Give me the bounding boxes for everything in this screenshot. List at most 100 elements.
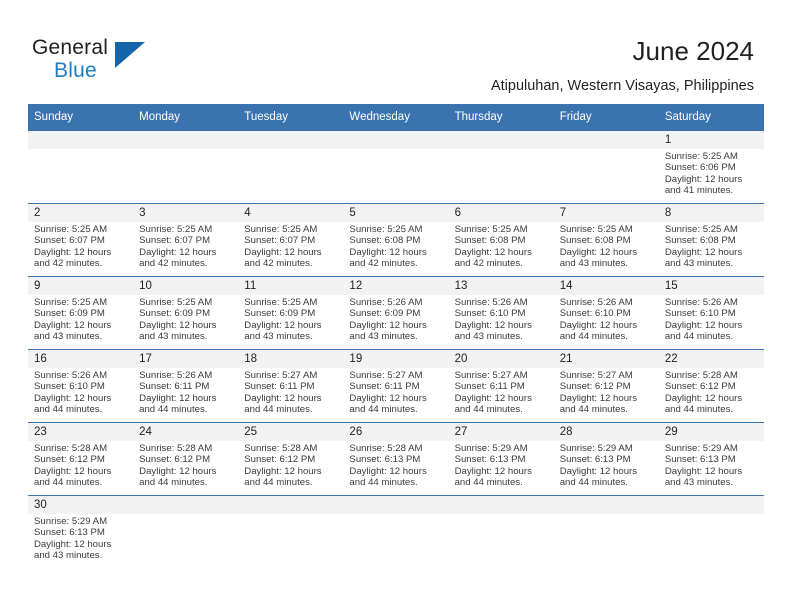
calendar-day-cell[interactable]: 26 Sunrise: 5:28 AM Sunset: 6:13 PM Dayligh…: [343, 422, 449, 496]
day-events: Sunrise: 5:28 AM Sunset: 6:12 PM Daylight:…: [133, 441, 238, 489]
calendar-day-cell[interactable]: [343, 130, 449, 204]
day-event-line: and 43 minutes.: [349, 331, 418, 343]
day-cell-content: [238, 131, 344, 203]
calendar-day-cell[interactable]: 22 Sunrise: 5:28 AM Sunset: 6:12 PM Dayligh…: [658, 349, 764, 423]
day-event-line: Sunrise: 5:26 AM: [139, 370, 213, 381]
calendar-day-cell[interactable]: [658, 495, 764, 568]
day-event-line: Sunrise: 5:25 AM: [664, 151, 738, 162]
day-event-line: Sunset: 6:10 PM: [559, 308, 631, 320]
calendar-day-cell[interactable]: [553, 130, 659, 204]
day-event-line: Daylight: 12 hours: [139, 319, 217, 331]
calendar-day-cell[interactable]: [343, 495, 449, 568]
weekday-header-cell: Sunday: [28, 104, 134, 131]
calendar-day-cell[interactable]: [238, 130, 344, 204]
calendar-day-cell[interactable]: [133, 495, 239, 568]
day-event-line: Sunset: 6:09 PM: [139, 308, 211, 320]
day-cell-content: 24 Sunrise: 5:28 AM Sunset: 6:12 PM Dayligh…: [133, 423, 239, 495]
day-events: Sunrise: 5:28 AM Sunset: 6:12 PM Daylight:…: [28, 441, 133, 489]
logo-text-general: General: [32, 36, 109, 59]
calendar-day-cell[interactable]: [448, 495, 554, 568]
day-cell-content: [238, 496, 344, 568]
day-cell-content: [448, 131, 554, 203]
calendar-day-cell[interactable]: [28, 130, 134, 204]
day-number: 9: [28, 277, 134, 295]
day-event-line: Daylight: 12 hours: [454, 392, 532, 404]
calendar-day-cell[interactable]: 27 Sunrise: 5:29 AM Sunset: 6:13 PM Dayligh…: [448, 422, 554, 496]
calendar-day-cell[interactable]: 13 Sunrise: 5:26 AM Sunset: 6:10 PM Dayligh…: [448, 276, 554, 350]
calendar-day-cell[interactable]: 17 Sunrise: 5:26 AM Sunset: 6:11 PM Dayligh…: [133, 349, 239, 423]
day-events: Sunrise: 5:25 AM Sunset: 6:09 PM Daylight:…: [28, 295, 133, 343]
day-cell-content: 13 Sunrise: 5:26 AM Sunset: 6:10 PM Dayligh…: [448, 277, 554, 349]
day-event-line: Sunrise: 5:25 AM: [139, 224, 213, 235]
day-event-line: Sunset: 6:08 PM: [454, 235, 526, 247]
calendar-day-cell[interactable]: 16 Sunrise: 5:26 AM Sunset: 6:10 PM Dayligh…: [28, 349, 134, 423]
day-event-line: Daylight: 12 hours: [139, 465, 217, 477]
calendar-day-cell[interactable]: [238, 495, 344, 568]
general-blue-logo[interactable]: General Blue: [32, 36, 182, 90]
day-event-line: Sunset: 6:12 PM: [244, 454, 316, 466]
calendar-day-cell[interactable]: 14 Sunrise: 5:26 AM Sunset: 6:10 PM Dayligh…: [553, 276, 659, 350]
day-event-line: Sunset: 6:09 PM: [349, 308, 421, 320]
day-cell-content: 17 Sunrise: 5:26 AM Sunset: 6:11 PM Dayligh…: [133, 350, 239, 422]
calendar-day-cell[interactable]: 30 Sunrise: 5:29 AM Sunset: 6:13 PM Dayligh…: [28, 495, 134, 568]
day-event-line: and 42 minutes.: [34, 258, 103, 270]
day-events: Sunrise: 5:26 AM Sunset: 6:11 PM Daylight:…: [133, 368, 238, 416]
calendar-day-cell[interactable]: 9 Sunrise: 5:25 AM Sunset: 6:09 PM Daylight…: [28, 276, 134, 350]
day-cell-content: [658, 496, 764, 568]
calendar-day-cell[interactable]: 24 Sunrise: 5:28 AM Sunset: 6:12 PM Dayligh…: [133, 422, 239, 496]
day-number: 14: [553, 277, 659, 295]
day-cell-content: 30 Sunrise: 5:29 AM Sunset: 6:13 PM Dayligh…: [28, 496, 134, 568]
day-cell-content: 4 Sunrise: 5:25 AM Sunset: 6:07 PM Daylight…: [238, 204, 344, 276]
calendar-day-cell[interactable]: 23 Sunrise: 5:28 AM Sunset: 6:12 PM Dayligh…: [28, 422, 134, 496]
weekday-header-cell: Saturday: [658, 104, 764, 131]
day-event-line: and 44 minutes.: [349, 477, 418, 489]
day-event-line: Sunrise: 5:28 AM: [244, 443, 318, 454]
day-event-line: Daylight: 12 hours: [664, 173, 743, 185]
calendar-day-cell[interactable]: 25 Sunrise: 5:28 AM Sunset: 6:12 PM Dayligh…: [238, 422, 344, 496]
calendar-day-cell[interactable]: 29 Sunrise: 5:29 AM Sunset: 6:13 PM Dayligh…: [658, 422, 764, 496]
calendar-week-row: 2 Sunrise: 5:25 AM Sunset: 6:07 PM Daylight…: [28, 203, 764, 277]
day-event-line: and 43 minutes.: [559, 258, 628, 270]
calendar-day-cell[interactable]: 3 Sunrise: 5:25 AM Sunset: 6:07 PM Daylight…: [133, 203, 239, 277]
day-event-line: Sunrise: 5:29 AM: [454, 443, 528, 454]
calendar-day-cell[interactable]: [553, 495, 659, 568]
calendar-day-cell[interactable]: 10 Sunrise: 5:25 AM Sunset: 6:09 PM Dayligh…: [133, 276, 239, 350]
day-events: Sunrise: 5:27 AM Sunset: 6:11 PM Daylight:…: [449, 368, 554, 416]
calendar-day-cell[interactable]: 18 Sunrise: 5:27 AM Sunset: 6:11 PM Dayligh…: [238, 349, 344, 423]
day-event-line: Daylight: 12 hours: [349, 392, 427, 404]
day-event-line: Daylight: 12 hours: [454, 319, 532, 331]
day-cell-content: [133, 496, 239, 568]
day-event-line: Sunrise: 5:25 AM: [559, 224, 633, 235]
calendar-day-cell[interactable]: 6 Sunrise: 5:25 AM Sunset: 6:08 PM Daylight…: [448, 203, 554, 277]
day-event-line: Sunrise: 5:27 AM: [349, 370, 423, 381]
calendar-day-cell[interactable]: 20 Sunrise: 5:27 AM Sunset: 6:11 PM Dayligh…: [448, 349, 554, 423]
calendar-day-cell[interactable]: 5 Sunrise: 5:25 AM Sunset: 6:08 PM Daylight…: [343, 203, 449, 277]
calendar-day-cell[interactable]: 21 Sunrise: 5:27 AM Sunset: 6:12 PM Dayligh…: [553, 349, 659, 423]
calendar-day-cell[interactable]: 4 Sunrise: 5:25 AM Sunset: 6:07 PM Daylight…: [238, 203, 344, 277]
day-event-line: and 43 minutes.: [139, 331, 208, 343]
day-event-line: Sunrise: 5:28 AM: [139, 443, 213, 454]
calendar-day-cell[interactable]: [133, 130, 239, 204]
day-number: 10: [133, 277, 239, 295]
calendar-day-cell[interactable]: 7 Sunrise: 5:25 AM Sunset: 6:08 PM Daylight…: [553, 203, 659, 277]
day-event-line: and 44 minutes.: [454, 477, 523, 489]
day-event-line: Sunrise: 5:25 AM: [664, 224, 738, 235]
calendar-day-cell[interactable]: 28 Sunrise: 5:29 AM Sunset: 6:13 PM Dayligh…: [553, 422, 659, 496]
day-cell-content: 28 Sunrise: 5:29 AM Sunset: 6:13 PM Dayligh…: [553, 423, 659, 495]
calendar-day-cell[interactable]: 2 Sunrise: 5:25 AM Sunset: 6:07 PM Daylight…: [28, 203, 134, 277]
day-event-line: Sunset: 6:07 PM: [244, 235, 316, 247]
calendar-day-cell[interactable]: 19 Sunrise: 5:27 AM Sunset: 6:11 PM Dayligh…: [343, 349, 449, 423]
day-event-line: Sunset: 6:08 PM: [559, 235, 631, 247]
calendar-day-cell[interactable]: 1 Sunrise: 5:25 AM Sunset: 6:06 PM Daylight…: [658, 130, 764, 204]
calendar-day-cell[interactable]: 12 Sunrise: 5:26 AM Sunset: 6:09 PM Dayligh…: [343, 276, 449, 350]
day-event-line: Sunrise: 5:29 AM: [664, 443, 738, 454]
calendar-day-cell[interactable]: 15 Sunrise: 5:26 AM Sunset: 6:10 PM Dayligh…: [658, 276, 764, 350]
day-event-line: Daylight: 12 hours: [244, 319, 322, 331]
calendar-day-cell[interactable]: 8 Sunrise: 5:25 AM Sunset: 6:08 PM Daylight…: [658, 203, 764, 277]
day-event-line: Daylight: 12 hours: [559, 465, 638, 477]
day-number: [28, 131, 134, 149]
day-number: [238, 496, 344, 514]
calendar-day-cell[interactable]: 11 Sunrise: 5:25 AM Sunset: 6:09 PM Dayligh…: [238, 276, 344, 350]
day-number: [553, 496, 659, 514]
calendar-day-cell[interactable]: [448, 130, 554, 204]
